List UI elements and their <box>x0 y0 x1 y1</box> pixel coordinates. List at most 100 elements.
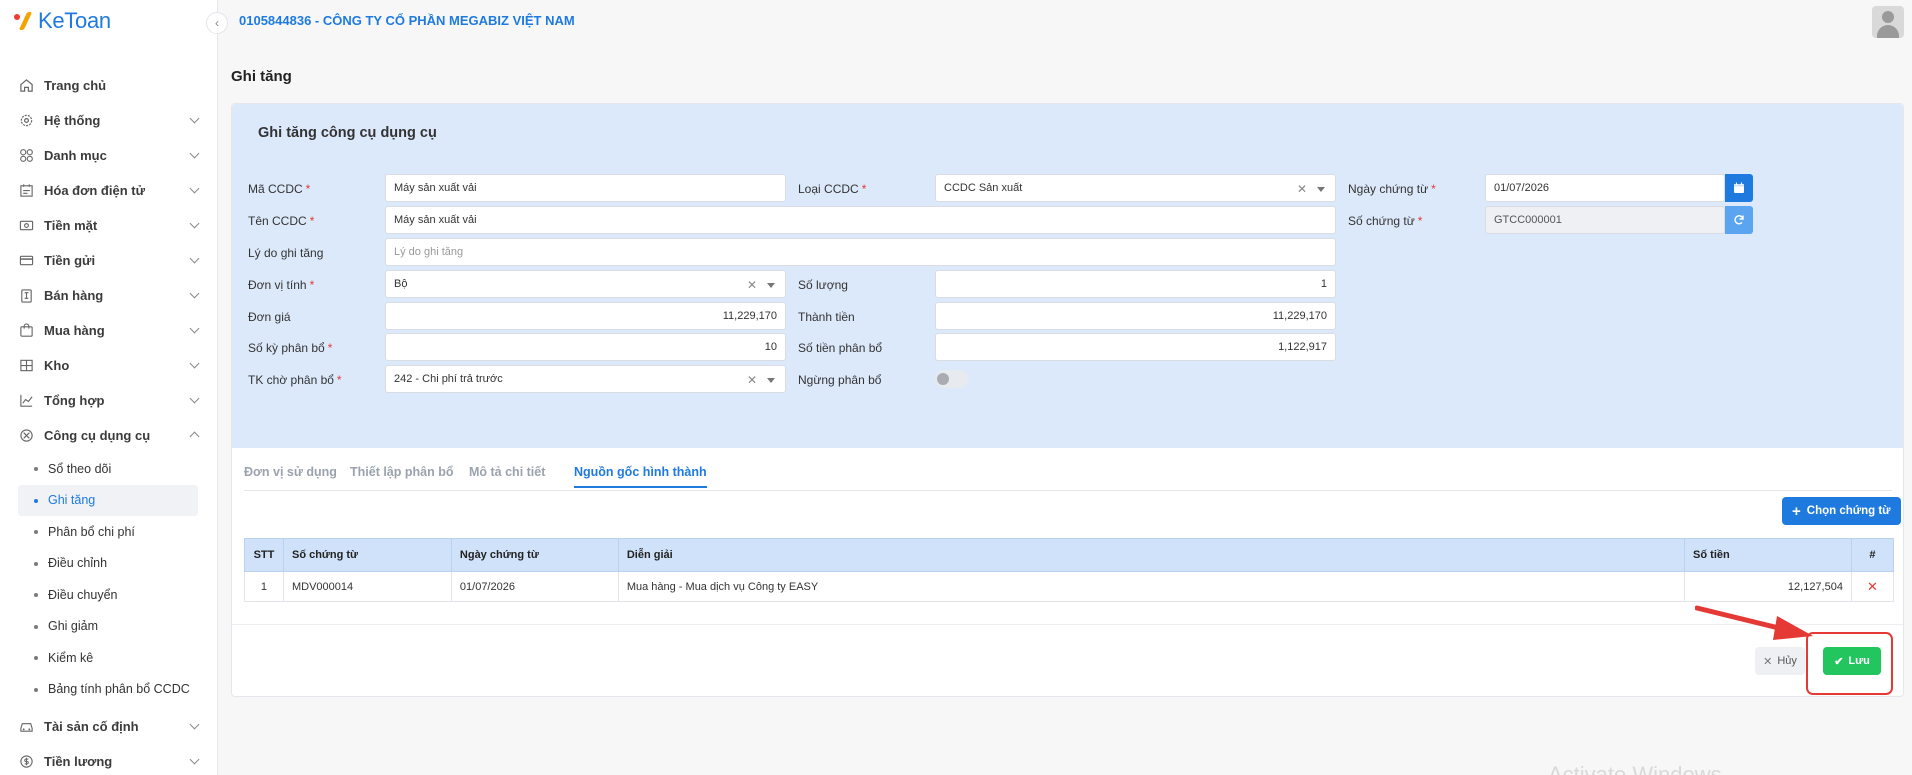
sidebar-item-tien-luong[interactable]: Tiền lương <box>18 744 200 775</box>
submenu-item-ghi-giam[interactable]: Ghi giảm <box>18 611 200 643</box>
sidebar-item-hoa-don[interactable]: Hóa đơn điện tử <box>18 173 200 208</box>
sidebar-item-label: Danh mục <box>44 148 107 163</box>
submenu-item-dieu-chinh[interactable]: Điều chỉnh <box>18 548 200 580</box>
sidebar-item-label: Tiền lương <box>44 754 113 769</box>
cell-so-tien: 12,127,504 <box>1684 571 1852 602</box>
ngung-phan-bo-label: Ngừng phân bổ <box>798 373 882 387</box>
chon-chung-tu-button[interactable]: + Chọn chứng từ <box>1782 497 1901 525</box>
sidebar-item-tien-mat[interactable]: Tiền mặt <box>18 208 200 243</box>
ngung-phan-bo-toggle[interactable] <box>935 370 969 388</box>
chevron-down-icon <box>189 183 200 194</box>
sidebar-item-he-thong[interactable]: Hệ thống <box>18 103 200 138</box>
tab-nguon-goc-hinh-thanh[interactable]: Nguồn gốc hình thành <box>574 465 707 488</box>
so-luong-label: Số lượng <box>798 278 848 292</box>
sidebar-item-label: Hệ thống <box>44 113 101 128</box>
ngay-chung-tu-input[interactable]: 01/07/2026 <box>1485 174 1725 202</box>
home-icon <box>18 78 34 94</box>
chevron-down-icon <box>189 288 200 299</box>
tab-don-vi-su-dung[interactable]: Đơn vị sử dụng <box>244 465 337 486</box>
submenu-item-bang-tinh-phan-bo[interactable]: Bảng tính phân bổ CCDC <box>18 674 200 706</box>
sidebar-item-label: Kho <box>44 358 70 373</box>
loai-ccdc-label: Loại CCDC * <box>798 182 867 196</box>
ma-ccdc-input[interactable]: Máy sản xuất vải <box>385 174 786 202</box>
clear-icon[interactable]: ✕ <box>747 373 757 387</box>
thanh-tien-label: Thành tiền <box>798 310 855 324</box>
ten-ccdc-input[interactable]: Máy sản xuất vải <box>385 206 1336 234</box>
delete-row-button[interactable]: ✕ <box>1850 571 1895 602</box>
submenu-item-so-theo-doi[interactable]: Sổ theo dõi <box>18 453 200 485</box>
so-luong-input[interactable]: 1 <box>935 270 1336 298</box>
cell-dien-giai: Mua hàng - Mua dịch vụ Công ty EASY <box>617 571 1686 602</box>
chevron-down-icon <box>189 719 200 730</box>
company-name[interactable]: 0105844836 - CÔNG TY CỔ PHẦN MEGABIZ VIỆ… <box>239 13 575 28</box>
submenu-item-phan-bo-chi-phi[interactable]: Phân bổ chi phí <box>18 516 200 548</box>
caret-down-icon <box>1317 187 1325 192</box>
sidebar-item-label: Mua hàng <box>44 323 105 338</box>
source-documents-table: STT Số chứng từ Ngày chứng từ Diễn giải … <box>244 538 1895 602</box>
so-tien-phan-bo-input[interactable]: 1,122,917 <box>935 333 1336 361</box>
sidebar-item-label: Bán hàng <box>44 288 104 303</box>
check-icon: ✔ <box>1834 655 1844 668</box>
card-title: Ghi tăng công cụ dụng cụ <box>258 125 437 141</box>
sidebar-item-cong-cu-dung-cu[interactable]: Công cụ dụng cụ <box>18 418 200 453</box>
sidebar-item-tai-san-co-dinh[interactable]: Tài sản cố định <box>18 709 200 744</box>
sidebar-item-tien-gui[interactable]: Tiền gửi <box>18 243 200 278</box>
ghi-tang-form-card: Ghi tăng công cụ dụng cụ Mã CCDC * Máy sả… <box>231 103 1904 697</box>
close-icon: ✕ <box>1867 578 1878 594</box>
thanh-tien-input[interactable]: 11,229,170 <box>935 302 1336 330</box>
page-title: Ghi tăng <box>231 68 292 85</box>
table-header-row: STT Số chứng từ Ngày chứng từ Diễn giải … <box>244 538 1895 572</box>
so-ky-phan-bo-label: Số kỳ phân bổ * <box>248 341 333 355</box>
sidebar-item-mua-hang[interactable]: Mua hàng <box>18 313 200 348</box>
sidebar-item-label: Tiền gửi <box>44 253 96 268</box>
sidebar-item-kho[interactable]: Kho <box>18 348 200 383</box>
cancel-button[interactable]: ✕ Hủy <box>1755 647 1805 675</box>
form-header-panel: Ghi tăng công cụ dụng cụ Mã CCDC * Máy sả… <box>232 104 1903 448</box>
sidebar-item-tong-hop[interactable]: Tổng hợp <box>18 383 200 418</box>
clear-icon[interactable]: ✕ <box>1297 182 1307 196</box>
table-row[interactable]: 1 MDV000014 01/07/2026 Mua hàng - Mua dị… <box>244 571 1895 602</box>
column-header: STT <box>244 538 284 572</box>
ly-do-input[interactable]: Lý do ghi tăng <box>385 238 1336 266</box>
sidebar-item-label: Công cụ dụng cụ <box>44 428 151 443</box>
chevron-down-icon <box>189 323 200 334</box>
sidebar-item-ban-hang[interactable]: Bán hàng <box>18 278 200 313</box>
submenu-item-dieu-chuyen[interactable]: Điều chuyển <box>18 579 200 611</box>
caret-down-icon <box>767 283 775 288</box>
sidebar-item-trang-chu[interactable]: Trang chủ <box>18 68 200 103</box>
logo[interactable]: KeToan <box>14 8 111 34</box>
loai-ccdc-select[interactable]: CCDC Sản xuất ✕ <box>935 174 1336 202</box>
submenu-cong-cu-dung-cu: Sổ theo dõi Ghi tăng Phân bổ chi phí Điề… <box>18 453 200 705</box>
cell-so-chung-tu: MDV000014 <box>282 571 452 602</box>
tk-cho-phan-bo-label: TK chờ phân bổ * <box>248 373 342 387</box>
sidebar-item-danh-muc[interactable]: Danh mục <box>18 138 200 173</box>
cash-icon <box>18 218 34 234</box>
caret-down-icon <box>767 378 775 383</box>
so-ky-phan-bo-input[interactable]: 10 <box>385 333 786 361</box>
don-gia-input[interactable]: 11,229,170 <box>385 302 786 330</box>
column-header: Số tiền <box>1684 538 1852 572</box>
submenu-item-kiem-ke[interactable]: Kiểm kê <box>18 642 200 674</box>
don-gia-label: Đơn giá <box>248 310 291 324</box>
tab-mo-ta-chi-tiet[interactable]: Mô tả chi tiết <box>469 465 545 486</box>
clear-icon[interactable]: ✕ <box>747 278 757 292</box>
calendar-button[interactable] <box>1725 174 1753 202</box>
tab-thiet-lap-phan-bo[interactable]: Thiết lập phân bổ <box>350 465 453 486</box>
so-tien-phan-bo-label: Số tiền phân bổ <box>798 341 883 355</box>
salary-icon <box>18 754 34 770</box>
column-header: Ngày chứng từ <box>450 538 619 572</box>
refresh-number-button[interactable] <box>1725 206 1753 234</box>
don-vi-tinh-select[interactable]: Bộ ✕ <box>385 270 786 298</box>
sidebar-collapse-button[interactable]: ‹ <box>206 12 228 34</box>
chart-icon <box>18 393 34 409</box>
sidebar-item-label: Trang chủ <box>44 78 107 93</box>
tk-cho-phan-bo-select[interactable]: 242 - Chi phí trả trước ✕ <box>385 365 786 393</box>
column-header: # <box>1850 538 1895 572</box>
ma-ccdc-label: Mã CCDC * <box>248 182 311 196</box>
car-icon <box>18 719 34 735</box>
submenu-item-ghi-tang[interactable]: Ghi tăng <box>18 484 198 516</box>
user-avatar[interactable] <box>1872 6 1904 38</box>
save-button[interactable]: ✔ Lưu <box>1823 647 1881 675</box>
calendar-icon <box>1734 182 1744 193</box>
activation-watermark: Activate Windows <box>1548 762 1722 775</box>
